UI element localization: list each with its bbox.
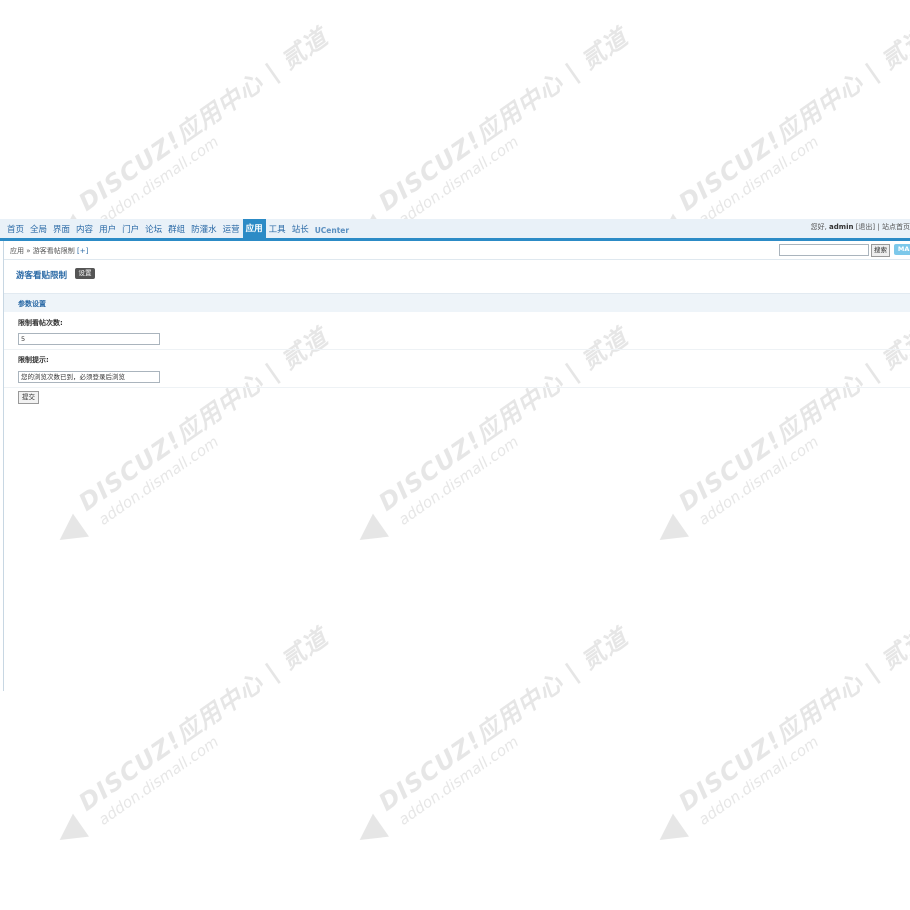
logout-link[interactable]: [退出]: [856, 223, 875, 231]
watermark-line1: DISCUZ!应用中心 | 贰道: [673, 23, 910, 217]
nav-item-2[interactable]: 界面: [50, 222, 73, 239]
nav-item-5[interactable]: 门户: [119, 222, 142, 239]
nav-item-10[interactable]: 应用: [242, 219, 266, 240]
breadcrumb: 应用 » 游客看帖限制 [+]: [10, 246, 88, 256]
user-info: 您好, admin [退出] | 站点首页: [811, 222, 910, 232]
breadcrumb-text: 应用 » 游客看帖限制: [10, 247, 75, 255]
main-nav: 首页 全局 界面 内容 用户 门户 论坛 群组 防灌水 运营 应用 工具 站长 UCenter: [4, 219, 352, 240]
watermark-line1: DISCUZ!应用中心 | 贰道: [73, 23, 333, 217]
search-input[interactable]: [779, 244, 869, 256]
nav-item-12[interactable]: 站长: [289, 222, 312, 239]
nav-item-6[interactable]: 论坛: [142, 222, 165, 239]
submit-button[interactable]: 提交: [18, 391, 39, 404]
nav-item-3[interactable]: 内容: [73, 222, 96, 239]
search-button[interactable]: 搜索: [871, 244, 890, 257]
username: admin: [829, 223, 854, 231]
section-header: 参数设置: [4, 293, 910, 312]
watermark-line2: addon.dismall.com: [695, 132, 822, 229]
tip-label: 限制提示:: [18, 356, 49, 364]
nav-item-8[interactable]: 防灌水: [188, 222, 220, 239]
top-nav-bar: 首页 全局 界面 内容 用户 门户 论坛 群组 防灌水 运营 应用 工具 站长 UCenter 您好, a…: [0, 219, 910, 241]
setting-button[interactable]: 设置: [75, 268, 95, 279]
nav-item-11[interactable]: 工具: [266, 222, 289, 239]
limit-count-label: 限制看帖次数:: [18, 319, 63, 327]
nav-item-4[interactable]: 用户: [96, 222, 119, 239]
nav-item-9[interactable]: 运营: [220, 222, 243, 239]
tip-input[interactable]: 您的浏览次数已到，必须登录后浏览: [18, 371, 160, 383]
section-title: 参数设置: [18, 300, 46, 308]
row-divider: [4, 349, 910, 350]
watermark-line2: addon.dismall.com: [95, 132, 222, 229]
limit-count-input[interactable]: 5: [18, 333, 160, 345]
nav-item-7[interactable]: 群组: [165, 222, 188, 239]
watermark-line2: addon.dismall.com: [395, 132, 522, 229]
sub-bar: 应用 » 游客看帖限制 [+] 搜索 MAP: [4, 241, 910, 260]
nav-item-1[interactable]: 全局: [27, 222, 50, 239]
page-title: 游客看贴限制: [16, 271, 68, 281]
nav-item-0[interactable]: 首页: [4, 222, 27, 239]
watermark-line2: addon.dismall.com: [695, 732, 822, 829]
watermark-line1: DISCUZ!应用中心 | 贰道: [373, 23, 633, 217]
site-home-link[interactable]: 站点首页: [882, 223, 910, 231]
nav-item-13[interactable]: UCenter: [312, 222, 352, 239]
map-button[interactable]: MAP: [894, 244, 910, 255]
add-shortcut-link[interactable]: [+]: [77, 247, 88, 255]
watermark-line2: addon.dismall.com: [95, 732, 222, 829]
row-divider: [4, 387, 910, 388]
watermark-line2: addon.dismall.com: [395, 732, 522, 829]
greeting-text: 您好,: [810, 223, 827, 231]
admin-frame: 首页 全局 界面 内容 用户 门户 论坛 群组 防灌水 运营 应用 工具 站长 UCenter 您好, a…: [0, 219, 910, 691]
